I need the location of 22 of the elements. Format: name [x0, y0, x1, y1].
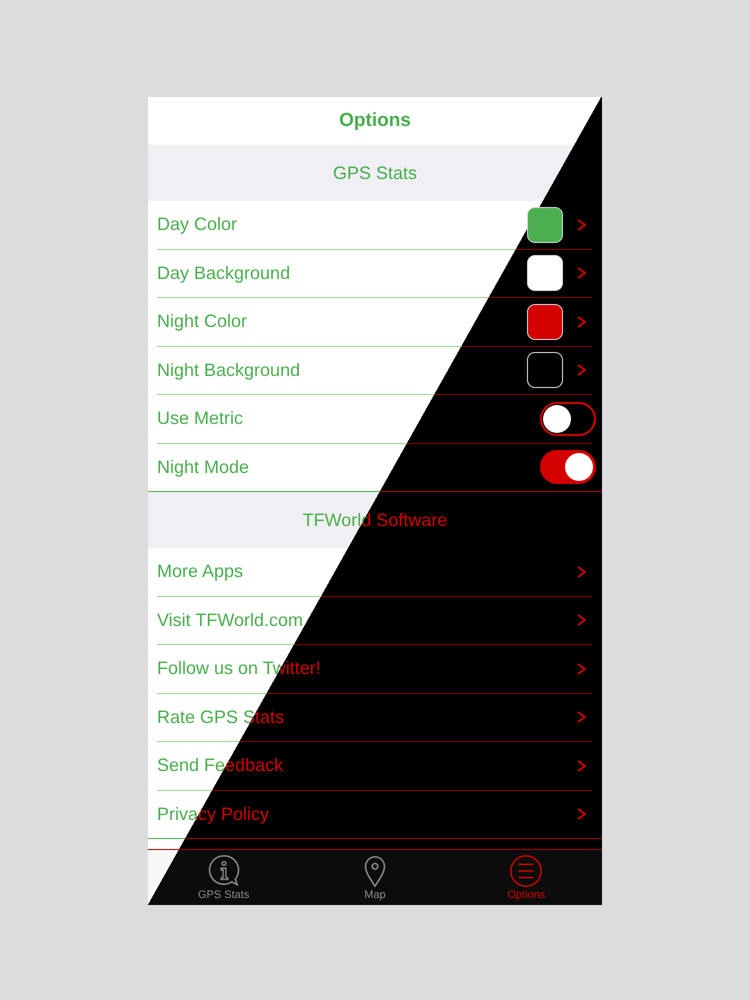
- screen-title: Options: [339, 110, 411, 132]
- color-swatch[interactable]: [527, 206, 563, 243]
- tab[interactable]: GPS Stats: [148, 850, 300, 905]
- chevron-icon[interactable]: [577, 218, 587, 232]
- color-swatch[interactable]: [527, 352, 563, 388]
- toggle-switch[interactable]: [540, 402, 596, 436]
- chevron-icon[interactable]: [577, 613, 587, 628]
- tab[interactable]: Map: [299, 850, 451, 905]
- toggle-switch[interactable]: [540, 450, 596, 484]
- color-swatch[interactable]: [527, 255, 563, 292]
- chevron-icon[interactable]: [577, 807, 587, 822]
- chevron-icon[interactable]: [577, 758, 587, 773]
- tab[interactable]: Options: [450, 850, 602, 905]
- chevron-icon[interactable]: [577, 266, 587, 280]
- chevron-icon[interactable]: [577, 710, 587, 724]
- chevron-icon[interactable]: [577, 564, 587, 579]
- chevron-icon[interactable]: [577, 363, 587, 378]
- chevron-icon[interactable]: [577, 314, 587, 329]
- menu-icon: [509, 854, 544, 888]
- chevron-icon[interactable]: [577, 662, 587, 676]
- color-swatch[interactable]: [527, 304, 563, 340]
- info-icon: [206, 854, 241, 888]
